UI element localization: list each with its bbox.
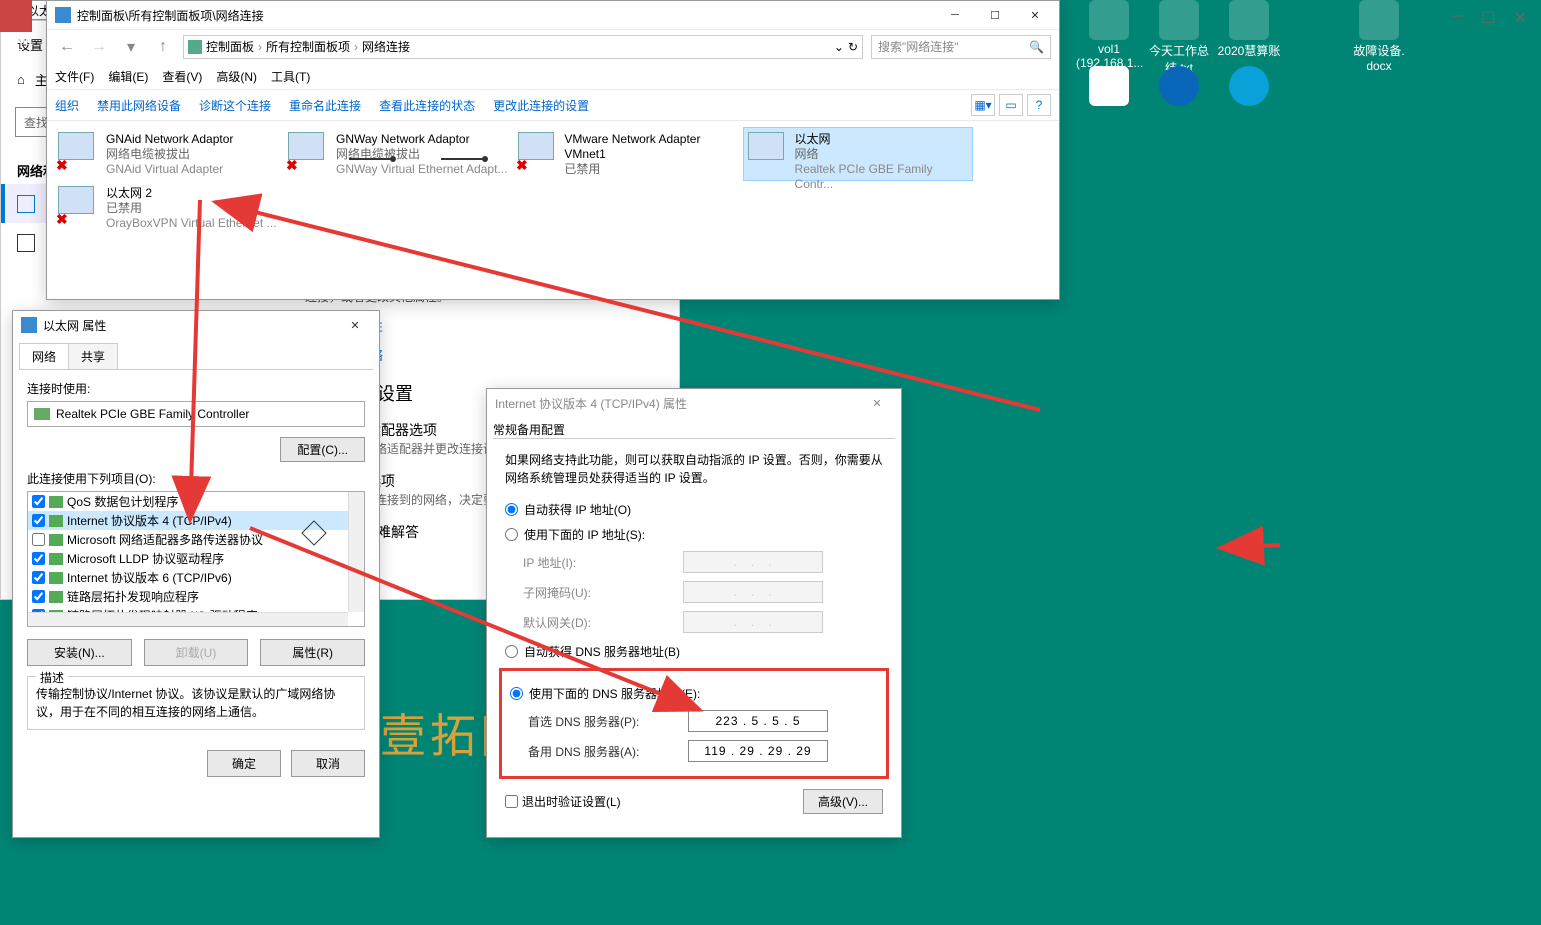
ethernet-properties-dialog: 以太网 属性 ✕ 网络 共享 连接时使用: Realtek PCIe GBE F… [12,310,380,838]
subnet-mask-input: . . . [683,581,823,603]
adapter-2[interactable]: ✖VMware Network Adapter VMnet1已禁用 [513,127,743,181]
tab-network[interactable]: 网络 [19,343,69,369]
prop-icon [21,317,37,333]
menu-file[interactable]: 文件(F) [55,68,94,85]
protocol-item-5[interactable]: 链路层拓扑发现响应程序 [28,587,364,606]
description-box: 描述 传输控制协议/Internet 协议。该协议是默认的广域网络协议，用于在不… [27,676,365,730]
back-button[interactable]: ← [55,35,79,59]
configure-button[interactable]: 配置(C)... [280,437,365,462]
desktop-icon-today-work[interactable]: 今天工作总 结.txt [1146,0,1212,76]
help-button[interactable]: ? [1027,94,1051,116]
uses-label: 此连接使用下列项目(O): [27,462,365,487]
breadcrumb[interactable]: 控制面板› 所有控制面板项› 网络连接 ⌄ ↻ [183,35,863,59]
menu-view[interactable]: 查看(V) [162,68,202,85]
control-panel-window: 控制面板\所有控制面板项\网络连接 ─ ☐ ✕ ← → ▾ ↑ 控制面板› 所有… [46,0,1060,300]
cp-crumb-icon [188,40,202,54]
up-button[interactable]: ↑ [151,35,175,59]
adapter-1[interactable]: ✖GNWay Network Adaptor网络电缆被拔出GNWay Virtu… [283,127,513,181]
nic-field: Realtek PCIe GBE Family Controller [27,401,365,427]
cp-icon [55,7,71,23]
close-button[interactable]: ✕ [1015,1,1055,29]
advanced-button[interactable]: 高级(V)... [803,789,883,814]
menu-edit[interactable]: 编辑(E) [108,68,148,85]
view-mode-button[interactable]: ▦▾ [971,94,995,116]
tb-diagnose[interactable]: 诊断这个连接 [199,97,271,114]
search-icon: 🔍 [1029,40,1044,54]
preferred-dns-input[interactable]: 223 . 5 . 5 . 5 [688,710,828,732]
auto-ip-radio[interactable] [505,503,518,516]
cp-navbar: ← → ▾ ↑ 控制面板› 所有控制面板项› 网络连接 ⌄ ↻ 搜索"网络连接"… [47,29,1059,63]
cancel-button[interactable]: 取消 [291,750,365,777]
use-ip-radio[interactable] [505,528,518,541]
tb-change[interactable]: 更改此连接的设置 [493,97,589,114]
close-button[interactable]: ✕ [857,389,897,417]
tb-status[interactable]: 查看此连接的状态 [379,97,475,114]
nic-icon [34,408,50,420]
scrollbar-vertical[interactable] [348,492,364,612]
maximize-button[interactable]: ☐ [975,1,1015,29]
uninstall-button: 卸载(U) [144,639,249,666]
menu-advanced[interactable]: 高级(N) [216,68,257,85]
cp-titlebar[interactable]: 控制面板\所有控制面板项\网络连接 ─ ☐ ✕ [47,1,1059,29]
tab-general[interactable]: 常规 [493,421,517,438]
ethernet-icon [17,234,35,252]
desktop-icon-qr[interactable] [1076,66,1142,108]
desktop-icon-2020[interactable]: 2020慧算账 [1216,0,1282,59]
cp-search[interactable]: 搜索"网络连接" 🔍 [871,35,1051,59]
tab-sharing[interactable]: 共享 [68,343,118,369]
desktop-icon-app2[interactable] [1216,66,1282,108]
ipv4-intro: 如果网络支持此功能，则可以获取自动指派的 IP 设置。否则，你需要从网络系统管理… [505,451,883,487]
scrollbar-horizontal[interactable] [28,612,348,626]
crumb-dropdown[interactable]: ⌄ [834,40,844,54]
ip-address-input: . . . [683,551,823,573]
desktop-icon-app1[interactable] [1146,66,1212,108]
desktop-icon-pnp[interactable]: pnp 服... [0,0,44,63]
prop-title: 以太网 属性 [43,317,335,334]
recent-dropdown[interactable]: ▾ [119,35,143,59]
protocol-item-4[interactable]: Internet 协议版本 6 (TCP/IPv6) [28,568,364,587]
forward-button[interactable]: → [87,35,111,59]
protocol-item-0[interactable]: QoS 数据包计划程序 [28,492,364,511]
tb-disable[interactable]: 禁用此网络设备 [97,97,181,114]
status-icon [17,195,35,213]
alternate-dns-input[interactable]: 119 . 29 . 29 . 29 [688,740,828,762]
ipv4-title: Internet 协议版本 4 (TCP/IPv4) 属性 [495,395,857,412]
ipv4-properties-dialog: Internet 协议版本 4 (TCP/IPv4) 属性 ✕ 常规 备用配置 … [486,388,902,838]
minimize-button[interactable]: ─ [935,1,975,29]
auto-dns-radio[interactable] [505,645,518,658]
home-icon: ⌂ [17,72,25,87]
adapter-3[interactable]: 以太网网络Realtek PCIe GBE Family Contr... [743,127,973,181]
cp-menubar: 文件(F) 编辑(E) 查看(V) 高级(N) 工具(T) [47,63,1059,89]
adapter-list: ✖GNAid Network Adaptor网络电缆被拔出GNAid Virtu… [47,121,1059,241]
desktop-icon-vol1[interactable]: vol1 (192.168.1... [1076,0,1142,70]
install-button[interactable]: 安装(N)... [27,639,132,666]
protocol-list[interactable]: QoS 数据包计划程序Internet 协议版本 4 (TCP/IPv4)Mic… [27,491,365,627]
protocol-item-3[interactable]: Microsoft LLDP 协议驱动程序 [28,549,364,568]
use-dns-radio[interactable] [510,687,523,700]
gateway-input: . . . [683,611,823,633]
adapter-0[interactable]: ✖GNAid Network Adaptor网络电缆被拔出GNAid Virtu… [53,127,283,181]
ok-button[interactable]: 确定 [207,750,281,777]
dns-highlight-box: 使用下面的 DNS 服务器地址(E): 首选 DNS 服务器(P):223 . … [499,668,889,779]
connect-using-label: 连接时使用: [27,380,365,397]
tb-organize[interactable]: 组织 [55,97,79,114]
validate-checkbox[interactable] [505,795,518,808]
adapter-4[interactable]: ✖以太网 2已禁用OrayBoxVPN Virtual Ethernet ... [53,181,283,235]
menu-tools[interactable]: 工具(T) [271,68,310,85]
refresh-button[interactable]: ↻ [848,40,858,54]
cp-title: 控制面板\所有控制面板项\网络连接 [77,7,935,24]
desktop-icon-fault-device[interactable]: 故障设备. docx [1346,0,1412,73]
tab-altconfig[interactable]: 备用配置 [517,421,565,438]
preview-pane-button[interactable]: ▭ [999,94,1023,116]
tb-rename[interactable]: 重命名此连接 [289,97,361,114]
item-properties-button[interactable]: 属性(R) [260,639,365,666]
cp-toolbar: 组织 禁用此网络设备 诊断这个连接 重命名此连接 查看此连接的状态 更改此连接的… [47,89,1059,121]
close-button[interactable]: ✕ [335,311,375,339]
